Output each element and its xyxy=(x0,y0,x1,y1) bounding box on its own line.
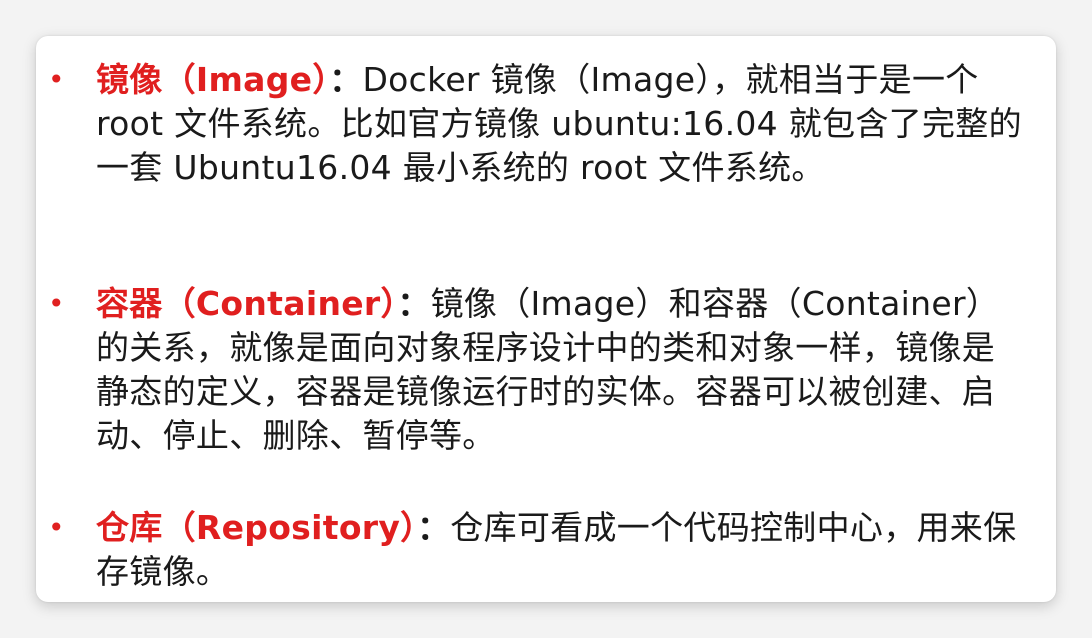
term-label: 仓库（Repository） xyxy=(96,508,417,547)
term-separator: ： xyxy=(397,284,431,323)
bullet-paragraph: 容器（Container）：镜像（Image）和容器（Container）的关系… xyxy=(96,282,1026,458)
bullet-dot: • xyxy=(48,63,65,96)
slide-card: • 镜像（Image）：Docker 镜像（Image），就相当于是一个 roo… xyxy=(36,36,1056,602)
bullet-paragraph: 镜像（Image）：Docker 镜像（Image），就相当于是一个 root … xyxy=(96,58,1026,190)
bullet-dot: • xyxy=(48,287,65,320)
term-separator: ： xyxy=(416,508,451,547)
bullet-paragraph: 仓库（Repository）：仓库可看成一个代码控制中心，用来保存镜像。 xyxy=(96,506,1026,594)
term-separator: ： xyxy=(329,60,363,99)
bullet-dot: • xyxy=(48,511,65,544)
term-label: 容器（Container） xyxy=(96,284,398,323)
term-label: 镜像（Image） xyxy=(96,60,330,99)
